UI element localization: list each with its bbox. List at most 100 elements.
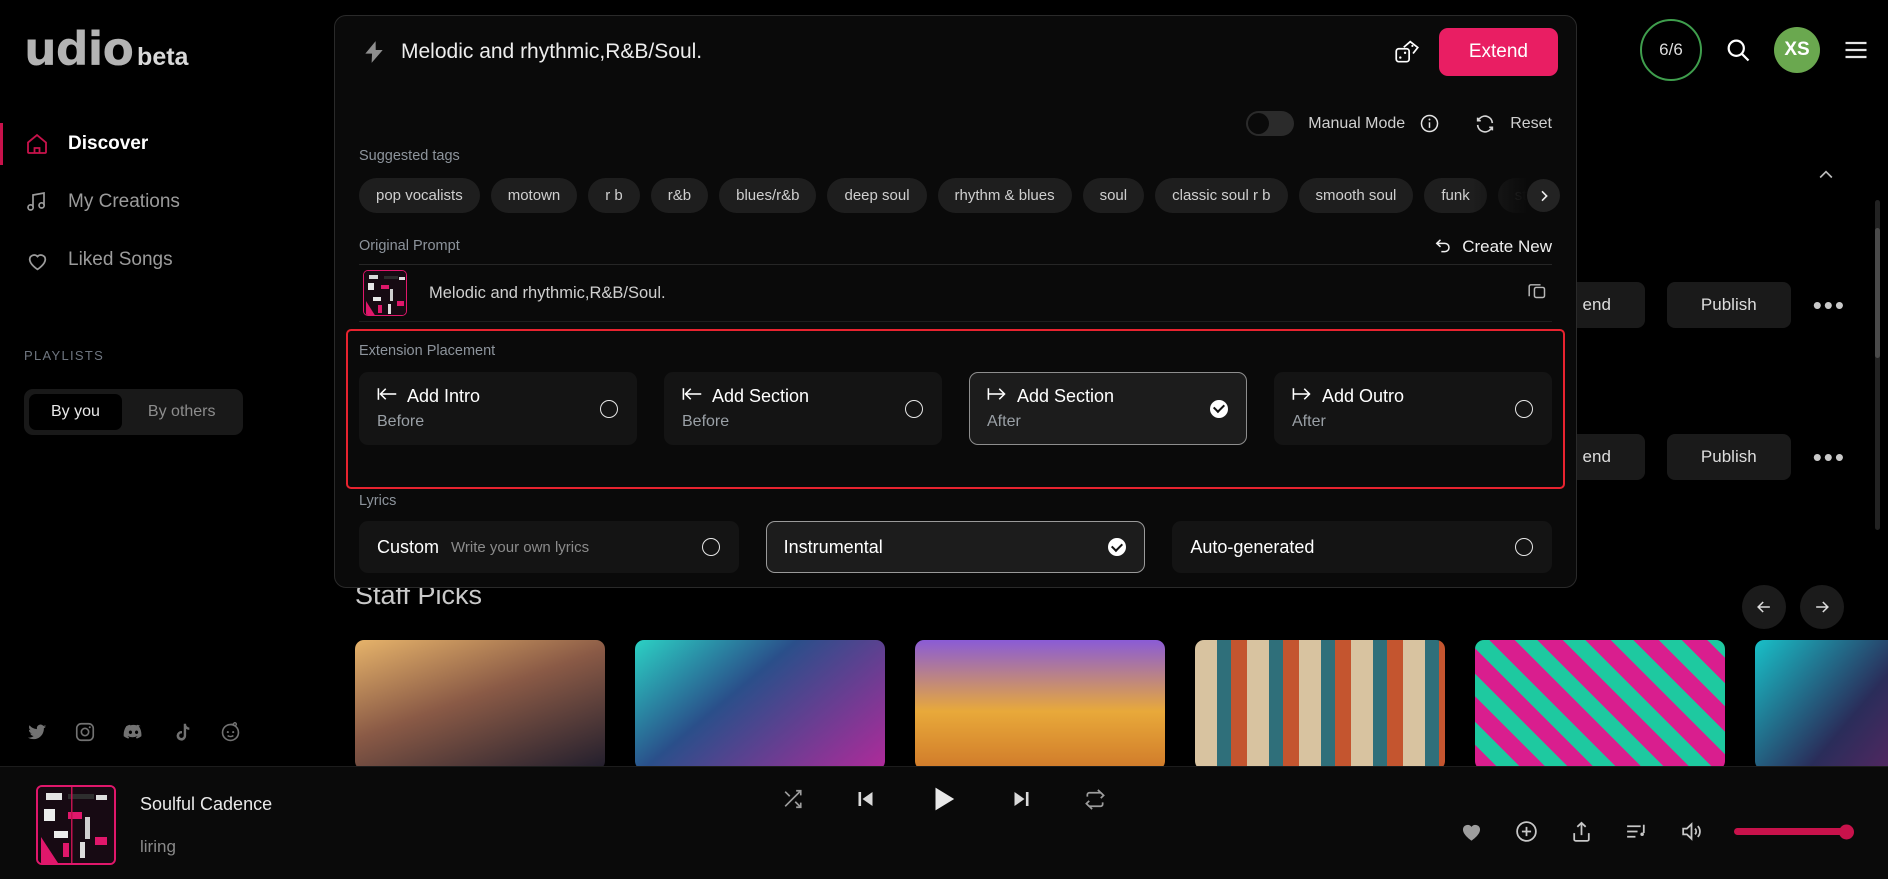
prompt-value: Melodic and rhythmic,R&B/Soul. <box>429 284 666 303</box>
radio-selected-icon[interactable] <box>1210 400 1228 418</box>
play-icon[interactable] <box>928 783 960 815</box>
staff-pick-card[interactable] <box>635 640 885 770</box>
discord-icon[interactable] <box>122 720 145 748</box>
staff-pick-card[interactable] <box>915 640 1165 770</box>
tag-chip[interactable]: rhythm & blues <box>938 178 1072 213</box>
volume-slider[interactable] <box>1734 828 1852 835</box>
reddit-icon[interactable] <box>219 720 242 748</box>
tiktok-icon[interactable] <box>171 721 193 748</box>
placement-option-subtitle: Before <box>377 413 619 431</box>
now-playing-subtitle: liring <box>140 837 272 857</box>
search-icon[interactable] <box>1724 36 1752 64</box>
tag-chip[interactable]: r b <box>588 178 640 213</box>
refresh-icon[interactable] <box>1474 113 1496 135</box>
tag-chip[interactable]: blues/r&b <box>719 178 816 213</box>
tag-chip[interactable]: classic soul r b <box>1155 178 1287 213</box>
create-new-label: Create New <box>1462 237 1552 257</box>
lyrics-option-name: Instrumental <box>784 537 883 558</box>
sidebar-item-label: My Creations <box>68 191 180 213</box>
instagram-icon[interactable] <box>74 721 96 748</box>
scrollbar-thumb[interactable] <box>1875 228 1880 358</box>
staff-picks-cards <box>355 640 1888 770</box>
manual-mode-label: Manual Mode <box>1308 115 1405 133</box>
publish-button[interactable]: Publish <box>1667 282 1791 328</box>
copy-icon[interactable] <box>1527 280 1548 306</box>
lyrics-options: Custom Write your own lyrics Instrumenta… <box>359 521 1552 573</box>
more-options-button[interactable]: ••• <box>1813 290 1846 321</box>
sidebar-item-liked-songs[interactable]: Liked Songs <box>0 231 331 289</box>
share-upload-icon[interactable] <box>1569 819 1594 844</box>
tag-chip[interactable]: soul <box>1083 178 1145 213</box>
chevron-right-icon[interactable] <box>1527 179 1560 212</box>
manual-mode-toggle[interactable] <box>1246 111 1294 136</box>
tag-chip[interactable]: deep soul <box>827 178 926 213</box>
placement-option-add-intro-before[interactable]: Add Intro Before <box>359 372 637 445</box>
playlist-filter-by-you[interactable]: By you <box>29 394 122 430</box>
placement-option-add-outro-after[interactable]: Add Outro After <box>1274 372 1552 445</box>
repeat-icon[interactable] <box>1084 788 1107 811</box>
twitter-icon[interactable] <box>26 721 48 748</box>
tag-chip[interactable]: r&b <box>651 178 708 213</box>
modal-title: Melodic and rhythmic,R&B/Soul. <box>401 40 702 64</box>
shuffle-icon[interactable] <box>782 788 804 810</box>
info-circle-icon[interactable] <box>1419 113 1440 134</box>
publish-button[interactable]: Publish <box>1667 434 1791 480</box>
arrow-left-icon[interactable] <box>1742 585 1786 629</box>
app-logo[interactable]: udio beta <box>24 26 188 72</box>
skip-previous-icon[interactable] <box>854 787 878 811</box>
arrow-left-bar-icon <box>682 386 703 407</box>
avatar[interactable]: XS <box>1774 27 1820 73</box>
tag-chip[interactable]: funk <box>1424 178 1486 213</box>
track-row-actions-1: end Publish ••• <box>1549 282 1846 328</box>
placement-option-title-row: Add Section <box>987 386 1229 407</box>
logo-text: udio <box>24 26 133 72</box>
radio-unselected-icon[interactable] <box>905 400 923 418</box>
lyrics-option-auto-generated[interactable]: Auto-generated <box>1172 521 1552 573</box>
placement-option-add-section-before[interactable]: Add Section Before <box>664 372 942 445</box>
radio-unselected-icon[interactable] <box>702 538 720 556</box>
bar-arrow-right-icon <box>1292 386 1313 407</box>
chevron-up-icon[interactable] <box>1816 165 1836 190</box>
lyrics-option-instrumental[interactable]: Instrumental <box>766 521 1146 573</box>
reset-label[interactable]: Reset <box>1510 115 1552 133</box>
queue-list-icon[interactable] <box>1624 819 1649 844</box>
top-right-controls: 6/6 XS <box>1640 18 1870 82</box>
radio-selected-icon[interactable] <box>1108 538 1126 556</box>
suggested-tags-list: pop vocalists motown r b r&b blues/r&b d… <box>359 176 1552 214</box>
speaker-volume-icon[interactable] <box>1679 819 1704 844</box>
now-playing: Soulful Cadence liring <box>36 785 272 865</box>
sidebar-item-my-creations[interactable]: My Creations <box>0 173 331 231</box>
staff-pick-card[interactable] <box>1475 640 1725 770</box>
hamburger-menu-icon[interactable] <box>1842 36 1870 64</box>
heart-filled-icon[interactable] <box>1459 819 1484 844</box>
now-playing-artwork[interactable] <box>36 785 116 865</box>
staff-pick-card[interactable] <box>355 640 605 770</box>
skip-next-icon[interactable] <box>1010 787 1034 811</box>
radio-unselected-icon[interactable] <box>600 400 618 418</box>
arrow-right-icon[interactable] <box>1800 585 1844 629</box>
tag-chip[interactable]: motown <box>491 178 578 213</box>
original-prompt-row[interactable]: Melodic and rhythmic,R&B/Soul. <box>359 264 1552 322</box>
placement-option-add-section-after[interactable]: Add Section After <box>969 372 1247 445</box>
sidebar: udio beta Discover My Creat <box>0 0 331 879</box>
more-options-button[interactable]: ••• <box>1813 442 1846 473</box>
dice-randomize-icon[interactable] <box>1393 38 1421 66</box>
sidebar-item-discover[interactable]: Discover <box>0 115 331 173</box>
placement-option-subtitle: After <box>987 413 1229 431</box>
tag-chip[interactable]: pop vocalists <box>359 178 480 213</box>
radio-unselected-icon[interactable] <box>1515 400 1533 418</box>
modal-header: Melodic and rhythmic,R&B/Soul. Extend <box>335 16 1576 88</box>
placement-option-subtitle: Before <box>682 413 924 431</box>
playlists-filter-group: By you By others <box>24 389 243 435</box>
track-row-actions-2: end Publish ••• <box>1549 434 1846 480</box>
credits-badge[interactable]: 6/6 <box>1640 19 1702 81</box>
lyrics-option-custom[interactable]: Custom Write your own lyrics <box>359 521 739 573</box>
staff-pick-card[interactable] <box>1755 640 1888 770</box>
extend-button[interactable]: Extend <box>1439 28 1558 76</box>
create-new-button[interactable]: Create New <box>1433 234 1552 259</box>
playlist-filter-by-others[interactable]: By others <box>126 394 238 430</box>
plus-circle-icon[interactable] <box>1514 819 1539 844</box>
tag-chip[interactable]: smooth soul <box>1299 178 1414 213</box>
staff-pick-card[interactable] <box>1195 640 1445 770</box>
radio-unselected-icon[interactable] <box>1515 538 1533 556</box>
